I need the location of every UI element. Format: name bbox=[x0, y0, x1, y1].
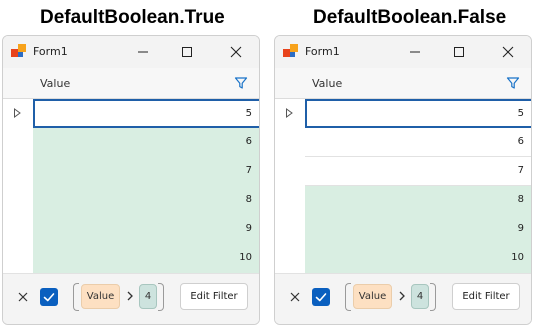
filter-bracket-close bbox=[158, 283, 164, 311]
data-grid: Value 5 6 7 8 9 10 bbox=[3, 68, 259, 273]
table-row[interactable]: 8 bbox=[33, 186, 259, 215]
window-titlebar[interactable]: Form1 bbox=[3, 36, 259, 68]
clear-filter-close-icon[interactable] bbox=[17, 291, 29, 303]
filter-panel: Value 4 Edit Filter bbox=[3, 273, 259, 324]
row-indicator-column bbox=[3, 99, 33, 273]
header-indicator-cell bbox=[3, 68, 33, 99]
winforms-app-icon bbox=[283, 44, 298, 57]
close-icon[interactable] bbox=[495, 40, 521, 64]
filter-bracket-open bbox=[345, 283, 351, 311]
filter-field-chip[interactable]: Value bbox=[81, 284, 120, 309]
close-icon[interactable] bbox=[223, 40, 249, 64]
table-row[interactable]: 8 bbox=[305, 186, 531, 215]
filter-bracket-close bbox=[430, 283, 436, 311]
clear-filter-close-icon[interactable] bbox=[289, 291, 301, 303]
filter-field-chip[interactable]: Value bbox=[353, 284, 392, 309]
column-header-label: Value bbox=[40, 77, 71, 90]
window-titlebar[interactable]: Form1 bbox=[275, 36, 531, 68]
table-row[interactable]: 5 bbox=[33, 99, 259, 128]
grid-rows: 5 6 7 8 9 10 bbox=[305, 99, 531, 273]
cell-value: 5 bbox=[245, 108, 252, 119]
table-row[interactable]: 9 bbox=[305, 215, 531, 244]
filter-enabled-checkbox[interactable] bbox=[40, 288, 58, 306]
cell-value: 7 bbox=[517, 165, 524, 176]
header-indicator-cell bbox=[275, 68, 305, 99]
cell-value: 9 bbox=[517, 223, 524, 234]
winforms-app-icon bbox=[11, 44, 26, 57]
table-row[interactable]: 10 bbox=[305, 244, 531, 273]
triangle-right-icon bbox=[14, 108, 21, 118]
panel-caption: DefaultBoolean.False bbox=[313, 7, 507, 28]
table-row[interactable]: 5 bbox=[305, 99, 531, 128]
table-row[interactable]: 6 bbox=[305, 128, 531, 157]
table-row[interactable]: 9 bbox=[33, 215, 259, 244]
filter-value-chip[interactable]: 4 bbox=[411, 284, 429, 309]
form-window: Form1 Value 5 6 7 8 9 10 Value 4 Edit Fi… bbox=[274, 35, 532, 325]
minimize-icon[interactable] bbox=[130, 40, 156, 64]
maximize-icon[interactable] bbox=[174, 40, 200, 64]
cell-value: 6 bbox=[517, 136, 524, 147]
filter-bracket-open bbox=[73, 283, 79, 311]
form-window: Form1 Value 5 6 7 8 9 10 Value 4 Edit Fi… bbox=[2, 35, 260, 325]
edit-filter-button[interactable]: Edit Filter bbox=[452, 283, 520, 310]
filter-panel: Value 4 Edit Filter bbox=[275, 273, 531, 324]
cell-value: 9 bbox=[245, 223, 252, 234]
filter-funnel-icon[interactable] bbox=[506, 76, 520, 90]
row-indicator-column bbox=[275, 99, 305, 273]
cell-value: 5 bbox=[517, 108, 524, 119]
window-title: Form1 bbox=[33, 45, 68, 58]
data-grid: Value 5 6 7 8 9 10 bbox=[275, 68, 531, 273]
filter-funnel-icon[interactable] bbox=[234, 76, 248, 90]
cell-value: 6 bbox=[245, 136, 252, 147]
window-title: Form1 bbox=[305, 45, 340, 58]
cell-value: 7 bbox=[245, 165, 252, 176]
panel-caption: DefaultBoolean.True bbox=[40, 7, 225, 28]
cell-value: 10 bbox=[239, 252, 252, 263]
table-row[interactable]: 7 bbox=[33, 157, 259, 186]
maximize-icon[interactable] bbox=[446, 40, 472, 64]
chevron-right-icon[interactable] bbox=[125, 290, 135, 302]
filter-enabled-checkbox[interactable] bbox=[312, 288, 330, 306]
column-header-value[interactable]: Value bbox=[33, 68, 259, 99]
filter-value-chip[interactable]: 4 bbox=[139, 284, 157, 309]
cell-value: 10 bbox=[511, 252, 524, 263]
triangle-right-icon bbox=[286, 108, 293, 118]
table-row[interactable]: 6 bbox=[33, 128, 259, 157]
column-header-label: Value bbox=[312, 77, 343, 90]
cell-value: 8 bbox=[245, 194, 252, 205]
table-row[interactable]: 7 bbox=[305, 157, 531, 186]
chevron-right-icon[interactable] bbox=[397, 290, 407, 302]
minimize-icon[interactable] bbox=[402, 40, 428, 64]
column-header-value[interactable]: Value bbox=[305, 68, 531, 99]
grid-rows: 5 6 7 8 9 10 bbox=[33, 99, 259, 273]
edit-filter-button[interactable]: Edit Filter bbox=[180, 283, 248, 310]
cell-value: 8 bbox=[517, 194, 524, 205]
table-row[interactable]: 10 bbox=[33, 244, 259, 273]
